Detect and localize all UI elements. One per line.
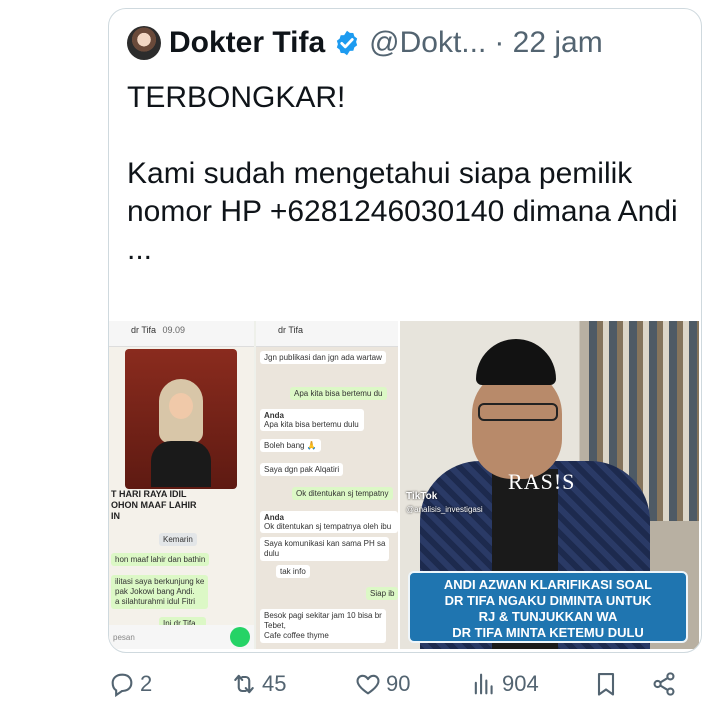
chat-quoted-message: Anda Ok ditentukan sj tempatnya oleh ibu bbox=[260, 511, 398, 533]
views-button[interactable]: 904 bbox=[470, 662, 539, 706]
chat-message: Siap ib bbox=[366, 587, 399, 600]
retweet-button[interactable]: 45 bbox=[230, 662, 286, 706]
banner-line: ANDI AZWAN KLARIFIKASI SOAL bbox=[443, 577, 653, 592]
chat-contact-name: dr Tifa bbox=[278, 325, 304, 335]
reply-icon bbox=[111, 673, 133, 698]
chat-message: hon maaf lahir dan bathin bbox=[111, 553, 210, 566]
chat-message: Apa kita bisa bertemu du bbox=[290, 387, 387, 400]
chat-message: ilitasi saya berkunjung ke pak Jokowi ba… bbox=[111, 575, 209, 609]
status-image-face bbox=[169, 393, 193, 419]
status-image bbox=[125, 349, 237, 489]
views-chart-icon bbox=[474, 673, 493, 695]
author-name[interactable]: Dokter Tifa bbox=[169, 26, 325, 60]
speaker-glasses bbox=[478, 403, 559, 421]
like-count: 90 bbox=[386, 671, 411, 696]
tweet-time[interactable]: · 22 jam bbox=[494, 26, 602, 60]
chat-header-time: 09.09 bbox=[162, 325, 186, 335]
chat-message: Ok ditentukan sj tempatny bbox=[292, 487, 393, 500]
mic-icon bbox=[230, 627, 250, 647]
chat-message: Saya komunikasi kan sama PH sa dulu bbox=[260, 537, 390, 561]
status-image-body bbox=[151, 441, 211, 487]
like-button[interactable]: 90 bbox=[354, 662, 410, 706]
tiktok-watermark: TikTok bbox=[406, 491, 438, 502]
chat-message: Saya dgn pak Alqatiri bbox=[260, 463, 344, 476]
status-caption: T HARI RAYA IDIL OHON MAAF LAHIR IN bbox=[111, 489, 197, 521]
chat-contact-name: dr Tifa bbox=[131, 325, 157, 335]
shirt-print: RAS!S bbox=[508, 469, 576, 494]
chat-message: Boleh bang 🙏 bbox=[260, 439, 321, 452]
quote-sender: Anda bbox=[264, 411, 284, 420]
chat-header: dr Tifa bbox=[256, 321, 399, 347]
whatsapp-chat-screenshot-2: dr Tifa Jgn publikasi dan jgn ada wartaw… bbox=[256, 321, 399, 649]
author-handle[interactable]: @Dokt... bbox=[369, 26, 486, 60]
chat-message: Jgn publikasi dan jgn ada wartaw bbox=[260, 351, 386, 364]
share-icon bbox=[653, 672, 675, 696]
chat-message: Besok pagi sekitar jam 10 bisa br Tebet,… bbox=[260, 609, 386, 643]
views-count: 904 bbox=[502, 671, 539, 696]
tweet-text: TERBONGKAR! Kami sudah mengetahui siapa … bbox=[127, 79, 687, 269]
banner-line: DR TIFA NGAKU DIMINTA UNTUK bbox=[444, 593, 652, 608]
author-avatar[interactable] bbox=[127, 26, 161, 60]
heart-icon bbox=[356, 674, 380, 695]
tweet-text-line-2: Kami sudah mengetahui siapa pemilik nomo… bbox=[127, 157, 678, 266]
tweet-header: Dokter Tifa @Dokt... · 22 jam bbox=[127, 23, 683, 63]
chat-date-label: Kemarin bbox=[159, 533, 197, 546]
retweet-icon bbox=[234, 674, 254, 694]
chat-header: dr Tifa 09.09 bbox=[109, 321, 254, 347]
banner-line: DR TIFA MINTA KETEMU DULU bbox=[452, 625, 644, 640]
retweet-count: 45 bbox=[262, 671, 287, 696]
chat-quoted-message: Anda Apa kita bisa bertemu dulu bbox=[260, 409, 364, 431]
chat-message: tak info bbox=[276, 565, 310, 578]
banner-line: RJ & TUNJUKKAN WA bbox=[478, 609, 618, 624]
share-button[interactable] bbox=[650, 662, 678, 706]
quote-text: Ok ditentukan sj tempatnya oleh ibu bbox=[264, 522, 392, 531]
speaker-head bbox=[472, 369, 563, 479]
quote-sender: Anda bbox=[264, 513, 284, 522]
media-image-whatsapp-screenshots[interactable]: dr Tifa 09.09 T HARI RAYA IDIL OHON MAAF… bbox=[109, 321, 399, 649]
tweet-media[interactable]: dr Tifa 09.09 T HARI RAYA IDIL OHON MAAF… bbox=[109, 321, 699, 649]
tweet-text-line-1: TERBONGKAR! bbox=[127, 81, 346, 114]
reply-button[interactable]: 2 bbox=[108, 662, 152, 706]
reply-count: 2 bbox=[140, 671, 153, 696]
quoted-tweet-card[interactable]: Dokter Tifa @Dokt... · 22 jam TERBONGKAR… bbox=[108, 8, 702, 653]
video-caption-banner: ANDI AZWAN KLARIFIKASI SOAL DR TIFA NGAK… bbox=[408, 571, 689, 643]
quote-text: Apa kita bisa bertemu dulu bbox=[264, 420, 359, 429]
verified-badge-icon bbox=[337, 30, 358, 56]
whatsapp-chat-screenshot-1: dr Tifa 09.09 T HARI RAYA IDIL OHON MAAF… bbox=[109, 321, 254, 649]
tweet-actions-bar: 2 45 90 904 bbox=[108, 662, 700, 706]
bookmark-button[interactable] bbox=[592, 662, 620, 706]
compose-placeholder: pesan bbox=[113, 633, 135, 642]
tiktok-handle: @analisis_investigasi bbox=[406, 505, 483, 514]
bookmark-icon bbox=[597, 673, 615, 696]
chat-compose-bar: pesan bbox=[109, 625, 254, 649]
media-video-thumbnail[interactable]: RAS!S TikTok @analisis_investigasi ANDI … bbox=[400, 321, 699, 649]
